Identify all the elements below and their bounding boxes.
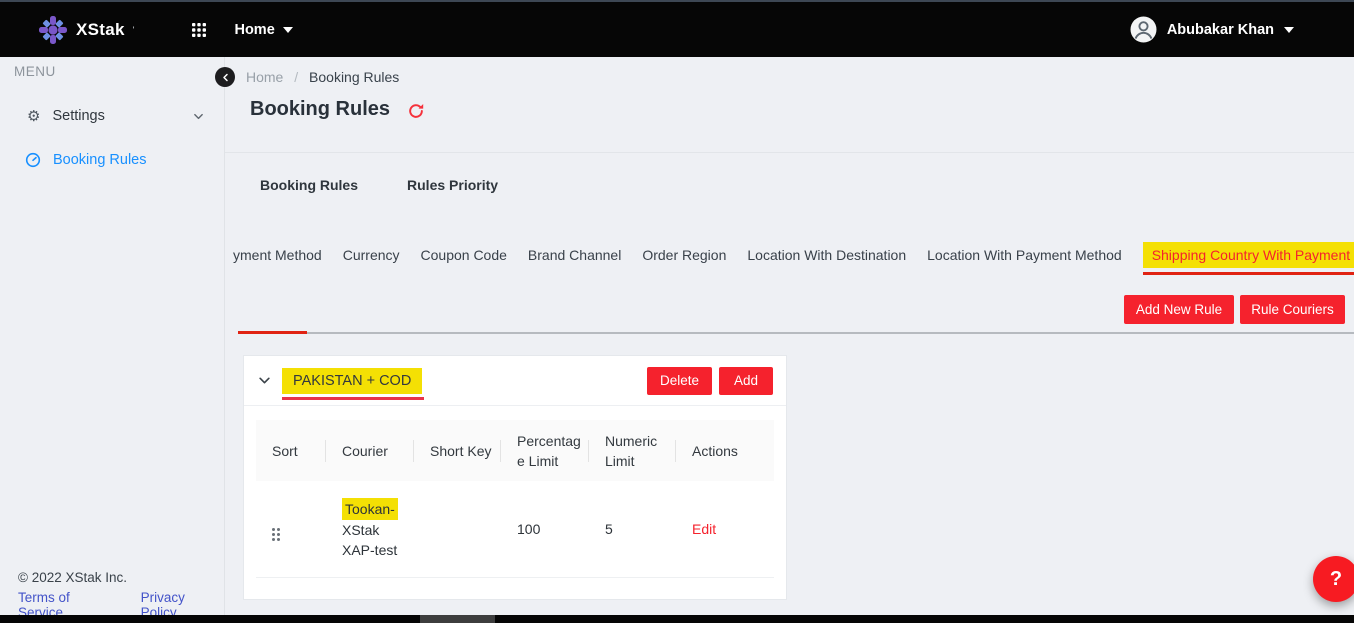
app-launcher-icon[interactable] bbox=[192, 23, 206, 37]
sidebar-item-settings[interactable]: ⚙ Settings bbox=[0, 101, 224, 131]
tab-booking-rules[interactable]: Booking Rules bbox=[260, 177, 358, 193]
tab-coupon-code[interactable]: Coupon Code bbox=[421, 247, 507, 263]
active-tab-indicator bbox=[238, 331, 307, 334]
brand[interactable]: XStak ' bbox=[38, 15, 134, 45]
sidebar-collapse-button[interactable] bbox=[215, 67, 235, 87]
sidebar-item-label: Settings bbox=[52, 108, 104, 124]
sidebar-menu-heading: MENU bbox=[14, 64, 56, 79]
gear-icon: ⚙ bbox=[27, 109, 40, 124]
xstak-logo-icon bbox=[38, 15, 68, 45]
column-header-numeric-limit: NumericLimit bbox=[589, 431, 676, 471]
top-navbar: XStak ' Home Abubakar Khan bbox=[0, 0, 1354, 57]
column-header-sort: Sort bbox=[256, 441, 326, 461]
tab-location-with-payment-method[interactable]: Location With Payment Method bbox=[927, 247, 1122, 263]
brand-name: XStak bbox=[76, 20, 125, 40]
sidebar-item-label: Booking Rules bbox=[53, 152, 147, 168]
tab-brand-channel[interactable]: Brand Channel bbox=[528, 247, 621, 263]
sidebar: MENU ⚙ Settings Booking Rules © 2022 XSt… bbox=[0, 57, 225, 623]
tab-location-with-destination[interactable]: Location With Destination bbox=[747, 247, 906, 263]
rule-name[interactable]: PAKISTAN + COD bbox=[282, 368, 422, 394]
home-menu-label: Home bbox=[234, 22, 274, 38]
column-header-percentage-limit: Percentage Limit bbox=[501, 431, 589, 471]
chevron-down-icon bbox=[283, 27, 293, 33]
chevron-down-icon bbox=[193, 111, 204, 122]
user-menu[interactable]: Abubakar Khan bbox=[1130, 16, 1294, 43]
breadcrumb-current: Booking Rules bbox=[309, 69, 399, 85]
rule-panel: PAKISTAN + COD Delete Add Sort Courier S… bbox=[243, 355, 787, 600]
chevron-down-icon bbox=[1284, 27, 1294, 33]
tab-order-region[interactable]: Order Region bbox=[642, 247, 726, 263]
collapse-chevron-down-icon[interactable] bbox=[258, 374, 271, 387]
user-name: Abubakar Khan bbox=[1167, 22, 1274, 38]
page-title: Booking Rules bbox=[250, 98, 390, 121]
edit-link[interactable]: Edit bbox=[692, 521, 716, 537]
sidebar-item-booking-rules[interactable]: Booking Rules bbox=[0, 145, 224, 175]
add-courier-button[interactable]: Add bbox=[719, 367, 773, 395]
breadcrumb-separator: / bbox=[294, 69, 298, 85]
sort-cell bbox=[256, 518, 326, 541]
couriers-table: Sort Courier Short Key Percentage Limit … bbox=[256, 420, 774, 578]
rule-couriers-button[interactable]: Rule Couriers bbox=[1240, 295, 1345, 324]
percentage-limit-cell: 100 bbox=[501, 521, 589, 537]
scrollbar-thumb[interactable] bbox=[420, 615, 495, 623]
copyright-text: © 2022 XStak Inc. bbox=[18, 570, 127, 585]
table-row: Tookan- XStak XAP-test 100 5 Edit bbox=[256, 481, 774, 578]
divider bbox=[225, 152, 1354, 153]
column-header-short-key: Short Key bbox=[414, 441, 501, 461]
table-header-row: Sort Courier Short Key Percentage Limit … bbox=[256, 420, 774, 481]
tabs-bottom-border bbox=[307, 332, 1354, 334]
delete-rule-button[interactable]: Delete bbox=[647, 367, 712, 395]
column-header-courier: Courier bbox=[326, 441, 414, 461]
help-button[interactable]: ? bbox=[1313, 556, 1354, 602]
breadcrumb: Home / Booking Rules bbox=[246, 69, 399, 85]
dashboard-icon bbox=[25, 152, 41, 168]
tab-rules-priority[interactable]: Rules Priority bbox=[407, 177, 498, 193]
tab-shipping-country-with-payment-method[interactable]: Shipping Country With Payment Method bbox=[1143, 242, 1354, 268]
home-menu[interactable]: Home bbox=[234, 22, 292, 38]
add-new-rule-button[interactable]: Add New Rule bbox=[1124, 295, 1234, 324]
refresh-icon[interactable] bbox=[407, 102, 425, 120]
tab-payment-method[interactable]: yment Method bbox=[233, 247, 322, 263]
avatar bbox=[1130, 16, 1157, 43]
breadcrumb-home[interactable]: Home bbox=[246, 69, 283, 85]
courier-cell: Tookan- XStak XAP-test bbox=[326, 498, 414, 560]
primary-tabs: Booking Rules Rules Priority bbox=[260, 177, 498, 193]
rule-name-underline bbox=[282, 397, 424, 400]
brand-trademark: ' bbox=[133, 25, 135, 35]
horizontal-scrollbar[interactable] bbox=[0, 615, 1354, 623]
chevron-left-icon bbox=[221, 73, 230, 82]
drag-handle-icon[interactable] bbox=[272, 528, 280, 541]
main-content: Home / Booking Rules Booking Rules Booki… bbox=[225, 57, 1354, 623]
column-header-actions: Actions bbox=[676, 441, 776, 461]
rule-type-tabs: yment Method Currency Coupon Code Brand … bbox=[233, 235, 1354, 275]
tab-currency[interactable]: Currency bbox=[343, 247, 400, 263]
rule-panel-header: PAKISTAN + COD Delete Add bbox=[244, 356, 786, 406]
numeric-limit-cell: 5 bbox=[589, 521, 676, 537]
